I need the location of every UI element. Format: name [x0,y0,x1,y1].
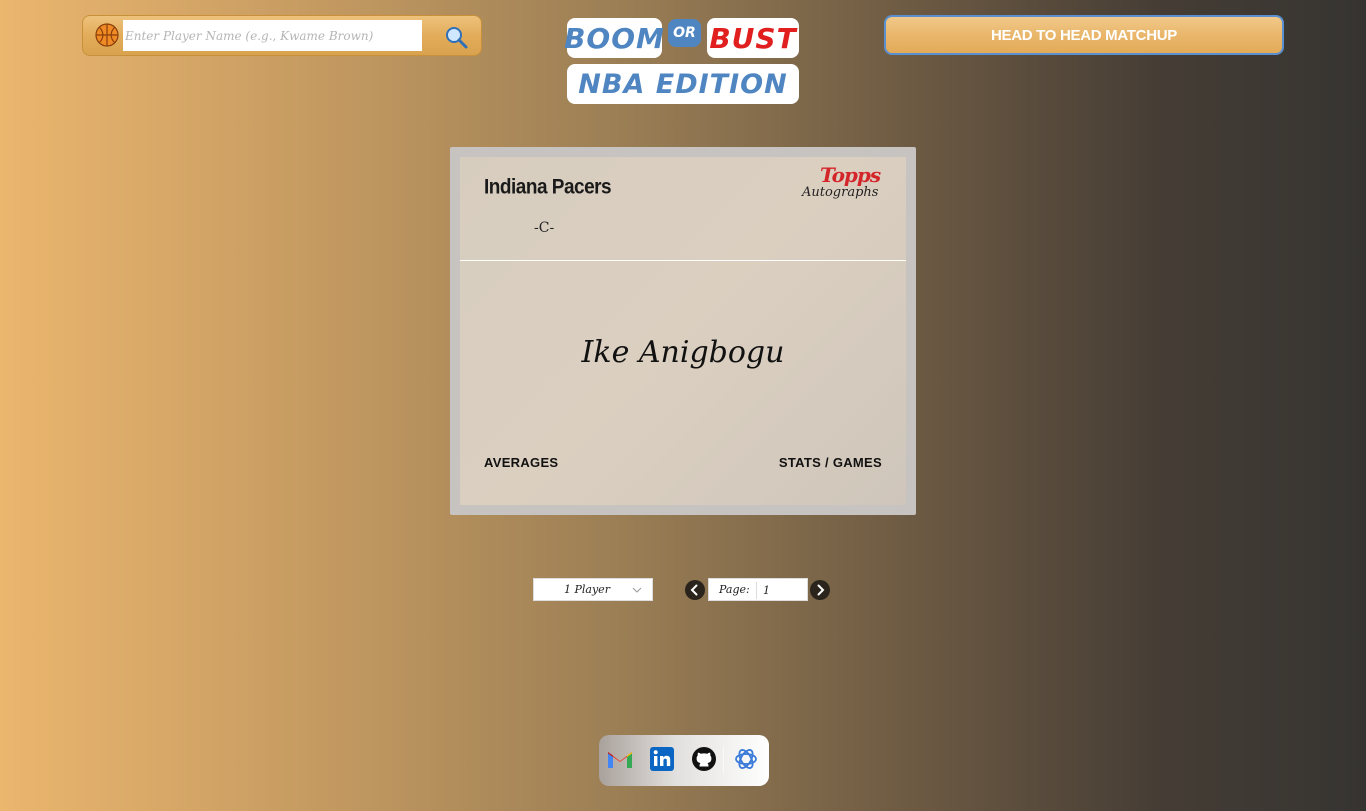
logo-or: OR [668,19,701,47]
previous-page-button[interactable] [685,580,705,600]
topps-wordmark: Topps [820,163,881,187]
social-links-bar [599,735,769,786]
github-icon [692,747,716,771]
chevron-right-icon [817,584,825,596]
averages-link[interactable]: AVERAGES [484,455,558,470]
page-label: Page: [719,583,750,596]
openai-icon [735,749,757,769]
gmail-icon [608,752,632,768]
topps-autographs-logo: Topps Autographs [802,163,884,209]
github-link[interactable] [689,744,719,774]
player-search-bar [82,15,482,56]
page-indicator: Page: [708,578,808,601]
chevron-down-icon [632,587,642,593]
footer-divider [723,747,724,773]
team-name: Indiana Pacers [484,175,612,199]
magnifier-icon [446,27,468,49]
linkedin-link[interactable] [647,744,677,774]
logo-edition: NBA EDITION [567,64,799,104]
autographs-wordmark: Autographs [802,185,879,200]
players-per-page-select[interactable]: 1 Player [533,578,653,601]
basketball-icon [95,23,119,47]
search-input[interactable] [123,20,422,51]
page-divider [756,582,757,599]
linkedin-icon [650,747,674,771]
next-page-button[interactable] [810,580,830,600]
player-signature: Ike Anigbogu [581,335,785,370]
gmail-link[interactable] [605,746,635,776]
logo-bust: BUST [707,18,799,58]
head-to-head-button[interactable]: HEAD TO HEAD MATCHUP [884,15,1284,55]
page-number-input[interactable] [763,582,803,599]
player-card[interactable]: Indiana Pacers -C- Topps Autographs Ike … [460,157,906,505]
card-divider [460,260,906,261]
chevron-left-icon [690,584,698,596]
stats-games-link[interactable]: STATS / GAMES [779,455,882,470]
player-position: -C- [534,220,555,236]
openai-link[interactable] [731,744,761,774]
players-per-page-value: 1 Player [564,583,610,596]
search-button[interactable] [443,24,469,50]
logo-boom: BOOM [564,18,664,58]
